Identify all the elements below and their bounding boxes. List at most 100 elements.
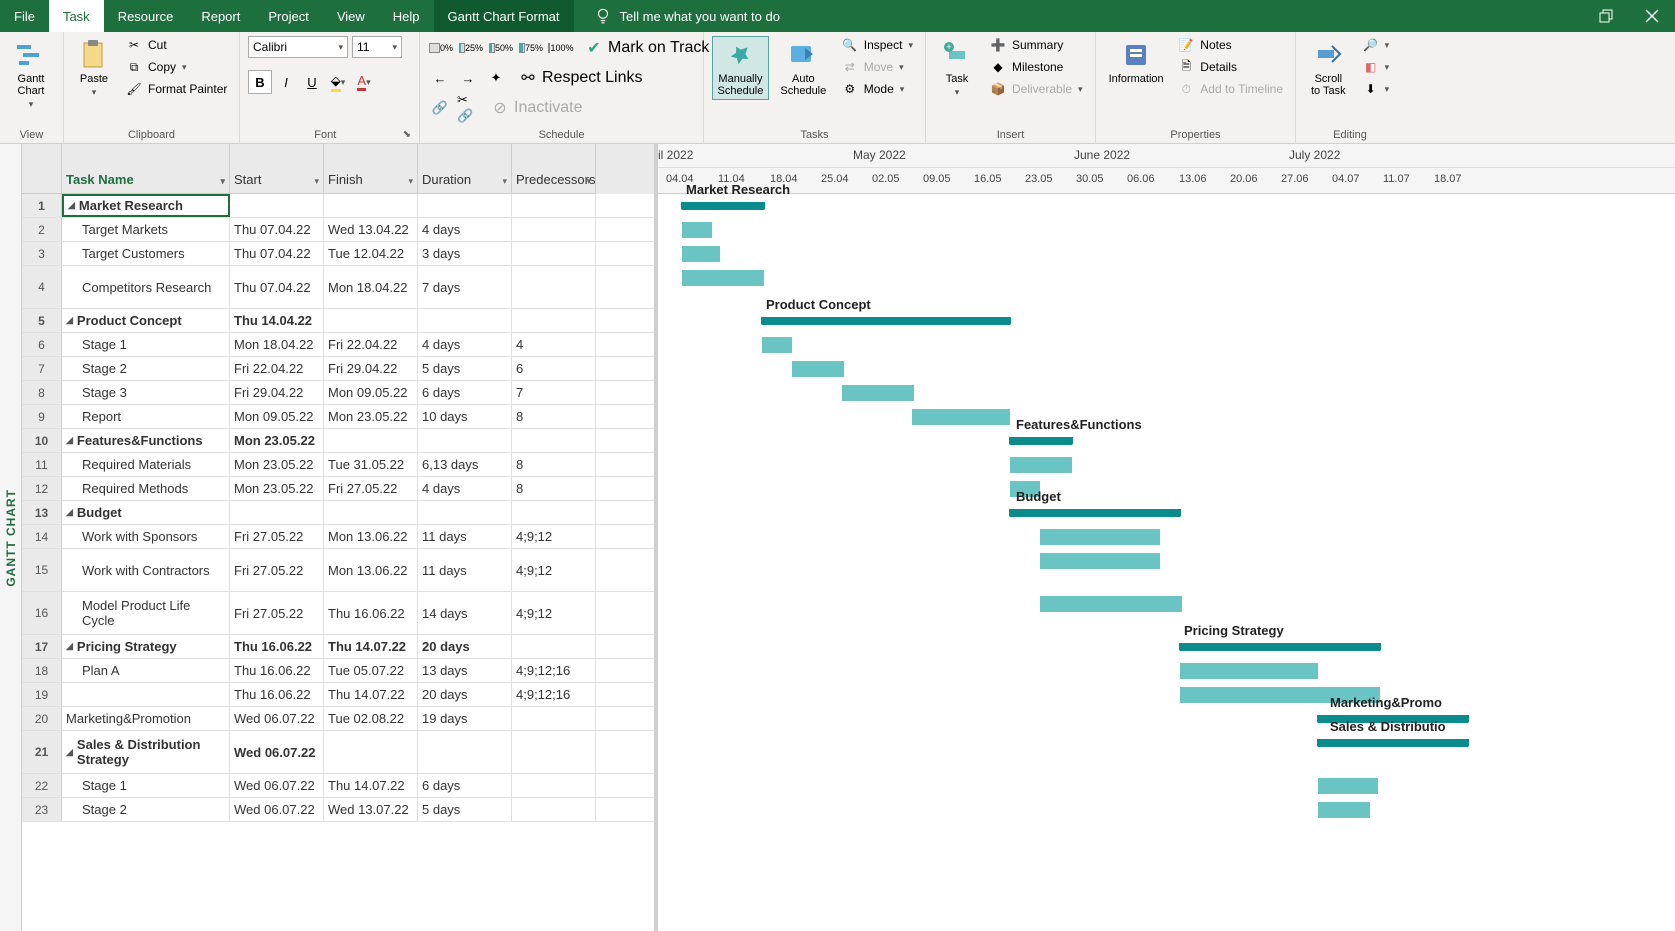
start-cell[interactable]: Wed 06.07.22 [230,707,324,730]
clear-button[interactable]: ◧▾ [1359,58,1394,76]
task-bar[interactable] [912,409,1010,425]
table-row[interactable]: 3Target CustomersThu 07.04.22Tue 12.04.2… [22,242,654,266]
mark-on-track-button[interactable]: ✔Mark on Track ▾ [582,38,724,58]
row-number[interactable]: 19 [22,683,62,706]
fill-button[interactable]: ⬇▾ [1359,80,1394,98]
finish-cell[interactable] [324,309,418,332]
collapse-icon[interactable]: ◢ [66,747,73,758]
tab-resource[interactable]: Resource [104,0,188,32]
duration-cell[interactable] [418,429,512,452]
task-bar[interactable] [1318,802,1370,818]
finish-cell[interactable]: Tue 05.07.22 [324,659,418,682]
tab-help[interactable]: Help [379,0,434,32]
table-row[interactable]: 20Marketing&PromotionWed 06.07.22Tue 02.… [22,707,654,731]
task-name-cell[interactable]: ◢Pricing Strategy [62,635,230,658]
row-number[interactable]: 11 [22,453,62,476]
finish-cell[interactable]: Mon 13.06.22 [324,549,418,591]
collapse-icon[interactable]: ◢ [66,435,73,446]
task-name-cell[interactable]: Stage 2 [62,798,230,821]
finish-cell[interactable] [324,731,418,773]
collapse-icon[interactable]: ◢ [66,641,73,652]
table-row[interactable]: 6Stage 1Mon 18.04.22Fri 22.04.224 days4 [22,333,654,357]
table-row[interactable]: 17◢Pricing StrategyThu 16.06.22Thu 14.07… [22,635,654,659]
predecessors-cell[interactable]: 4;9;12 [512,525,596,548]
duration-cell[interactable]: 13 days [418,659,512,682]
task-name-cell[interactable]: Target Markets [62,218,230,241]
summary-bar[interactable] [1010,509,1180,517]
predecessors-cell[interactable]: 8 [512,405,596,428]
deliverable-button[interactable]: 📦Deliverable ▾ [986,80,1087,98]
col-rownum[interactable] [22,144,62,194]
duration-cell[interactable]: 4 days [418,333,512,356]
task-name-cell[interactable]: Report [62,405,230,428]
outdent-button[interactable]: ← [428,66,452,90]
tab-file[interactable]: File [0,0,49,32]
scroll-to-task-button[interactable]: Scroll to Task [1304,36,1353,100]
predecessors-cell[interactable] [512,218,596,241]
task-bar[interactable] [792,361,844,377]
finish-cell[interactable] [324,194,418,217]
font-color-button[interactable]: A▾ [352,70,376,94]
finish-cell[interactable]: Mon 13.06.22 [324,525,418,548]
row-number[interactable]: 6 [22,333,62,356]
predecessors-cell[interactable] [512,635,596,658]
finish-cell[interactable]: Fri 22.04.22 [324,333,418,356]
table-row[interactable]: 21◢Sales & Distribution StrategyWed 06.0… [22,731,654,774]
start-cell[interactable]: Thu 16.06.22 [230,683,324,706]
duration-cell[interactable] [418,309,512,332]
start-cell[interactable] [230,194,324,217]
col-predecessors[interactable]: Predecessors▾ [512,144,596,194]
finish-cell[interactable]: Tue 02.08.22 [324,707,418,730]
tell-me[interactable]: Tell me what you want to do [594,7,780,25]
duration-cell[interactable]: 11 days [418,549,512,591]
finish-cell[interactable]: Thu 14.07.22 [324,774,418,797]
row-number[interactable]: 4 [22,266,62,308]
start-cell[interactable] [230,501,324,524]
row-number[interactable]: 2 [22,218,62,241]
chevron-down-icon[interactable]: ▾ [314,176,319,187]
row-number[interactable]: 21 [22,731,62,773]
task-name-cell[interactable]: Target Customers [62,242,230,265]
duration-cell[interactable]: 3 days [418,242,512,265]
row-number[interactable]: 16 [22,592,62,634]
table-row[interactable]: 8Stage 3Fri 29.04.22Mon 09.05.226 days7 [22,381,654,405]
start-cell[interactable]: Thu 07.04.22 [230,242,324,265]
predecessors-cell[interactable]: 4 [512,333,596,356]
start-cell[interactable]: Fri 27.05.22 [230,549,324,591]
duration-cell[interactable]: 5 days [418,798,512,821]
predecessors-cell[interactable]: 4;9;12;16 [512,683,596,706]
start-cell[interactable]: Wed 06.07.22 [230,731,324,773]
table-row[interactable]: 13◢Budget [22,501,654,525]
summary-bar[interactable] [1180,643,1380,651]
summary-bar[interactable] [762,317,1010,325]
row-number[interactable]: 17 [22,635,62,658]
predecessors-cell[interactable] [512,501,596,524]
col-start[interactable]: Start▾ [230,144,324,194]
start-cell[interactable]: Fri 27.05.22 [230,525,324,548]
duration-cell[interactable] [418,194,512,217]
font-dialog-launcher[interactable]: ⬊ [403,129,411,140]
start-cell[interactable]: Wed 06.07.22 [230,798,324,821]
start-cell[interactable]: Thu 16.06.22 [230,659,324,682]
table-row[interactable]: 15Work with ContractorsFri 27.05.22Mon 1… [22,549,654,592]
task-bar[interactable] [1040,596,1182,612]
table-row[interactable]: 19Thu 16.06.22Thu 14.07.2220 days4;9;12;… [22,683,654,707]
row-number[interactable]: 10 [22,429,62,452]
predecessors-cell[interactable] [512,242,596,265]
table-row[interactable]: 4Competitors ResearchThu 07.04.22Mon 18.… [22,266,654,309]
task-name-cell[interactable]: Work with Contractors [62,549,230,591]
table-row[interactable]: 10◢Features&FunctionsMon 23.05.22 [22,429,654,453]
row-number[interactable]: 12 [22,477,62,500]
duration-cell[interactable]: 20 days [418,683,512,706]
mode-button[interactable]: ⚙Mode ▾ [838,80,917,98]
collapse-icon[interactable]: ◢ [66,315,73,326]
duration-cell[interactable]: 11 days [418,525,512,548]
font-size-select[interactable]: 11▾ [352,36,402,58]
row-number[interactable]: 13 [22,501,62,524]
duration-cell[interactable]: 6 days [418,381,512,404]
row-number[interactable]: 15 [22,549,62,591]
collapse-icon[interactable]: ◢ [68,200,75,211]
chevron-down-icon[interactable]: ▾ [408,176,413,187]
summary-bar[interactable] [1010,437,1072,445]
chevron-down-icon[interactable]: ▾ [502,176,507,187]
